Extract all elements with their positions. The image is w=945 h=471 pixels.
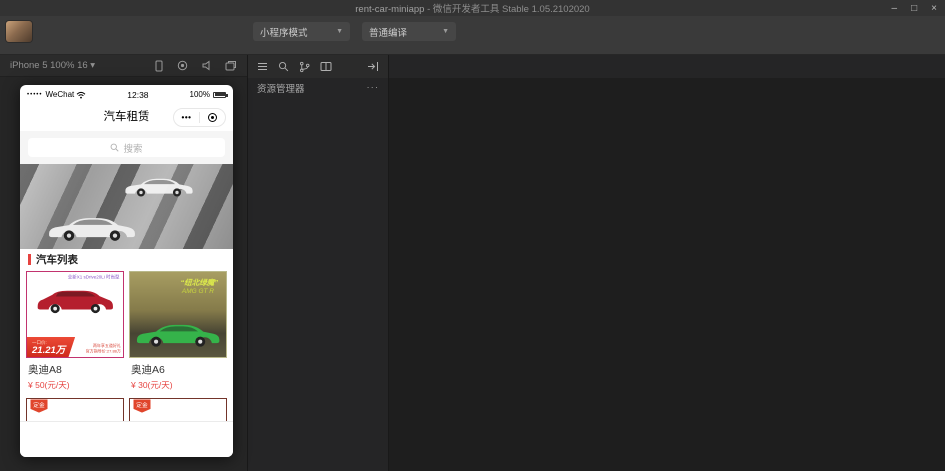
simulator-header-icons [154, 60, 237, 72]
main-area: iPhone 5 100% 16 ▾ ••••• WeChat 12:38 10… [0, 55, 945, 471]
editor-panel [389, 55, 945, 471]
maximize-button[interactable]: □ [911, 3, 917, 14]
phone-status-bar: ••••• WeChat 12:38 100% [20, 85, 233, 104]
more-button[interactable]: ••• [174, 109, 199, 126]
search-section: 搜索 [20, 131, 233, 164]
window-title-suffix: 微信开发者工具 Stable 1.05.2102020 [432, 4, 590, 15]
window-controls: – □ × [892, 3, 937, 14]
car-price: ¥ 50(元/天) [28, 380, 70, 390]
toolbar: 小程序模式 ▼ 普通编译 ▼ [0, 16, 945, 55]
compile-select[interactable]: 普通编译 ▼ [362, 22, 456, 41]
simulator-header: iPhone 5 100% 16 ▾ [0, 55, 247, 77]
ribbon-label: 一口价: [32, 339, 47, 346]
red-suv-icon [37, 290, 113, 313]
record-icon[interactable] [177, 60, 188, 71]
float-window-icon[interactable] [225, 60, 237, 71]
deposit-tag: 定金 [133, 399, 151, 413]
editor-tab-bar [389, 55, 945, 78]
project-name: rent-car-miniapp [355, 4, 425, 15]
chevron-down-icon: ▼ [336, 28, 343, 35]
car-image-caption: 全新X1 sDrive20Li 时尚型 [68, 274, 120, 281]
git-branch-icon[interactable] [299, 61, 310, 73]
car-name: 奥迪A8 [28, 364, 62, 376]
car-grid: 全新X1 sDrive20Li 时尚型 一口价: 21.21万 两年享五道好礼 … [20, 270, 233, 398]
search-icon [111, 143, 120, 152]
explorer-title: 资源管理器 [257, 83, 305, 95]
car-price: ¥ 30(元/天) [131, 380, 173, 390]
car-image-1: 全新X1 sDrive20Li 时尚型 一口价: 21.21万 两年享五道好礼 … [26, 271, 124, 358]
ellipsis-icon: ••• [181, 112, 192, 122]
sound-icon[interactable] [201, 60, 212, 71]
promo-note: 两年享五道好礼 官方指导价:27.88万 [85, 343, 121, 354]
deposit-tag: 定金 [30, 399, 48, 413]
search-icon[interactable] [278, 61, 289, 72]
wechat-devtools-window: rent-car-miniapp - 微信开发者工具 Stable 1.05.2… [0, 0, 945, 471]
wifi-icon [76, 91, 86, 98]
rotate-device-icon[interactable] [154, 60, 164, 72]
phone-screen: ••••• WeChat 12:38 100% 汽车租赁 ••• 搜索 汽车列表… [20, 85, 233, 457]
banner-car-icon [48, 217, 135, 241]
minimize-button[interactable]: – [892, 3, 898, 14]
car-card-1[interactable]: 全新X1 sDrive20Li 时尚型 一口价: 21.21万 两年享五道好礼 … [26, 271, 124, 394]
collapse-sidebar-icon[interactable] [367, 61, 379, 72]
phone-nav-bar: 汽车租赁 ••• [20, 104, 233, 131]
breadcrumb [389, 78, 945, 93]
price-ribbon: 一口价: 21.21万 [27, 336, 76, 357]
mode-select-value: 小程序模式 [260, 27, 308, 39]
device-label: iPhone 5 100% 16 [10, 60, 88, 71]
green-sportscar-icon [136, 324, 220, 347]
explorer-icon-bar [248, 55, 388, 78]
compile-select-value: 普通编译 [369, 27, 408, 39]
explorer-title-row: 资源管理器 ··· [248, 78, 388, 97]
simulator-panel: iPhone 5 100% 16 ▾ ••••• WeChat 12:38 10… [0, 55, 248, 471]
ribbon-value: 21.21万 [32, 344, 66, 356]
section-accent-bar [28, 254, 31, 265]
car-name: 奥迪A6 [131, 364, 165, 376]
section-title: 汽车列表 [36, 254, 78, 266]
explorer-more-button[interactable]: ··· [367, 82, 380, 93]
car-card-2[interactable]: “纽北绿魔” AMG GT R 奥迪A6 ¥ 30(元/天) [129, 271, 227, 394]
code-editor[interactable] [389, 93, 945, 471]
search-input[interactable]: 搜索 [28, 138, 225, 157]
signal-dots: ••••• [27, 91, 43, 98]
device-selector[interactable]: iPhone 5 100% 16 ▾ [10, 60, 95, 71]
page-title: 汽车租赁 [103, 111, 150, 123]
mode-select[interactable]: 小程序模式 ▼ [253, 22, 350, 41]
car-image-title: “纽北绿魔” [180, 278, 219, 287]
file-tree [248, 97, 388, 471]
banner-swiper[interactable] [20, 164, 233, 249]
split-window-icon[interactable] [320, 61, 332, 72]
car-list-header: 汽车列表 [20, 249, 233, 270]
menu-icon[interactable] [257, 62, 268, 71]
close-button[interactable]: × [931, 3, 937, 14]
title-separator: - [427, 4, 431, 15]
user-avatar[interactable] [6, 21, 32, 42]
car-image-2: “纽北绿魔” AMG GT R [129, 271, 227, 358]
exit-miniprogram-button[interactable] [200, 109, 225, 126]
car-image-subtitle: AMG GT R [181, 288, 214, 295]
banner-car-icon [125, 178, 193, 197]
title-bar: rent-car-miniapp - 微信开发者工具 Stable 1.05.2… [0, 0, 945, 16]
phone-tab-bar [20, 421, 233, 457]
status-time: 12:38 [127, 89, 149, 100]
search-placeholder: 搜索 [123, 143, 143, 155]
battery-icon [213, 91, 228, 98]
chevron-down-icon: ▼ [442, 28, 449, 35]
capsule-menu: ••• [173, 108, 226, 127]
target-icon [208, 113, 217, 122]
battery-percent: 100% [189, 90, 210, 99]
carrier-label: WeChat [45, 90, 75, 99]
window-title: rent-car-miniapp - 微信开发者工具 Stable 1.05.2… [355, 1, 589, 15]
explorer-panel: 资源管理器 ··· [248, 55, 389, 471]
